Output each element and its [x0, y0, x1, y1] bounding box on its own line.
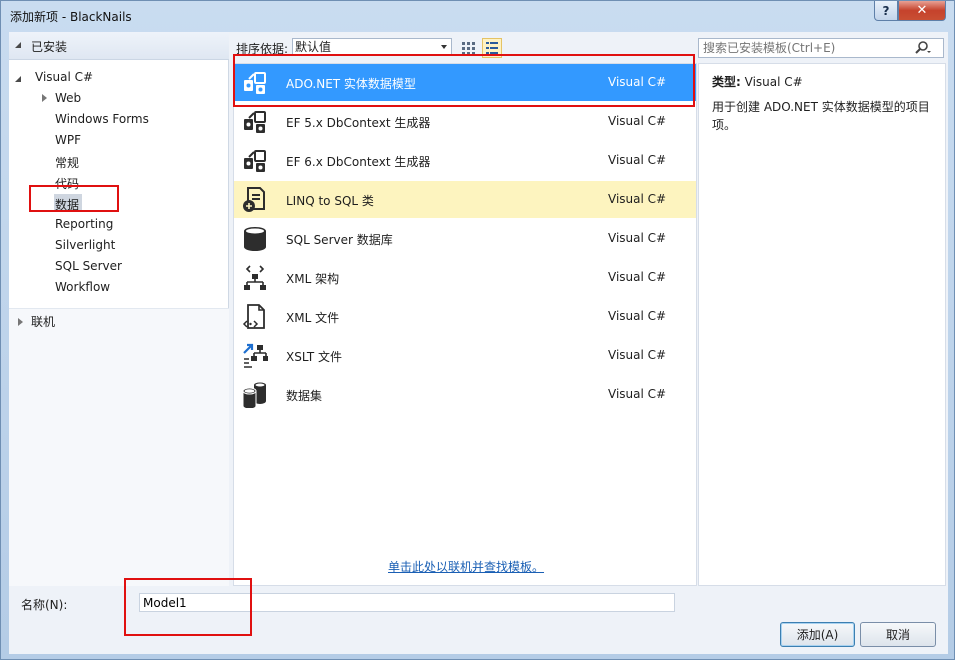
dbcontext-icon [242, 109, 268, 135]
details-pane: 类型: Visual C# 用于创建 ADO.NET 实体数据模型的项目项。 [698, 63, 946, 586]
tree-item[interactable]: Windows Forms [55, 112, 149, 126]
chevron-down-icon [441, 45, 447, 49]
template-language: Visual C# [608, 309, 667, 323]
add-button[interactable]: 添加(A) [780, 622, 855, 647]
xml-schema-icon [242, 265, 268, 291]
tree-item[interactable]: 代码 [55, 175, 79, 192]
template-row[interactable]: SQL Server 数据库 Visual C# [234, 220, 696, 257]
template-name: XML 文件 [286, 311, 340, 325]
close-button[interactable]: ✕ [898, 1, 946, 21]
template-language: Visual C# [608, 387, 667, 401]
template-language: Visual C# [608, 270, 667, 284]
sort-value: 默认值 [295, 40, 332, 54]
dialog-body: 已安装 Visual C# Web Windows Forms WPF 常规代码数据 R… [9, 32, 948, 654]
installed-header[interactable]: 已安装 [9, 32, 229, 60]
dbcontext-icon [242, 148, 268, 174]
tree-item[interactable]: SQL Server [55, 259, 122, 273]
template-language: Visual C# [608, 153, 667, 167]
web-expand-icon[interactable] [42, 94, 47, 102]
template-name: LINQ to SQL 类 [286, 194, 374, 208]
tree-item-online[interactable]: 联机 [31, 313, 55, 330]
template-language: Visual C# [608, 114, 667, 128]
template-row[interactable]: ADO.NET 实体数据模型 Visual C# [234, 64, 696, 101]
cancel-button[interactable]: 取消 [860, 622, 936, 647]
small-icons-view-button[interactable] [458, 38, 478, 58]
list-view-button[interactable] [482, 38, 502, 58]
template-name: SQL Server 数据库 [286, 233, 393, 247]
template-description: 用于创建 ADO.NET 实体数据模型的项目项。 [712, 100, 930, 132]
type-label: 类型: [712, 75, 741, 89]
template-row[interactable]: EF 5.x DbContext 生成器 Visual C# [234, 103, 696, 140]
template-name: XSLT 文件 [286, 350, 343, 364]
template-language: Visual C# [608, 75, 667, 89]
template-language: Visual C# [608, 192, 667, 206]
template-row[interactable]: XSLT 文件 Visual C# [234, 337, 696, 374]
xml-file-icon [242, 304, 268, 330]
name-label: 名称(N): [21, 598, 68, 612]
template-row[interactable]: XML 架构 Visual C# [234, 259, 696, 296]
template-row[interactable]: XML 文件 Visual C# [234, 298, 696, 335]
tree-item[interactable]: 数据 [55, 196, 79, 213]
template-name: EF 5.x DbContext 生成器 [286, 116, 431, 130]
linq-icon [242, 187, 268, 213]
type-line: 类型: Visual C# [712, 73, 803, 90]
tree-item[interactable]: Reporting [55, 217, 113, 231]
online-section: 联机 [9, 308, 229, 586]
template-list: ADO.NET 实体数据模型 Visual C# EF 5.x DbContext… [233, 63, 697, 586]
template-language: Visual C# [608, 231, 667, 245]
list-view-icon [486, 42, 498, 54]
template-row[interactable]: EF 6.x DbContext 生成器 Visual C# [234, 142, 696, 179]
search-icon[interactable] [915, 41, 931, 55]
title-bar: 添加新项 - BlackNails ? ✕ [1, 1, 954, 31]
name-field[interactable] [139, 593, 675, 612]
sort-label: 排序依据: [236, 42, 289, 56]
help-button[interactable]: ? [874, 1, 898, 21]
tree-item[interactable]: 常规 [55, 154, 79, 171]
template-row[interactable]: 数据集 Visual C# [234, 376, 696, 413]
tree-root-visual-csharp[interactable]: Visual C# [35, 70, 93, 84]
tree-item[interactable]: Web [55, 91, 81, 105]
entity-model-icon [242, 70, 268, 96]
sort-dropdown[interactable]: 默认值 [292, 38, 452, 56]
template-name: ADO.NET 实体数据模型 [286, 77, 416, 91]
xslt-icon [242, 343, 268, 369]
grid-view-icon [462, 42, 475, 55]
template-name: XML 架构 [286, 272, 340, 286]
tree-item[interactable]: Silverlight [55, 238, 115, 252]
type-value: Visual C# [744, 75, 803, 89]
collapse-arrow-icon [15, 42, 21, 48]
template-name: EF 6.x DbContext 生成器 [286, 155, 431, 169]
tree-item[interactable]: Workflow [55, 280, 110, 294]
expand-arrow-icon[interactable] [15, 76, 21, 82]
add-new-item-dialog: 添加新项 - BlackNails ? ✕ 已安装 Visual C# Web W… [0, 0, 955, 660]
window-title: 添加新项 - BlackNails [10, 10, 132, 24]
online-expand-icon[interactable] [18, 318, 23, 326]
search-input[interactable] [698, 38, 944, 58]
database-icon [242, 226, 268, 252]
template-language: Visual C# [608, 348, 667, 362]
template-tree: 已安装 Visual C# Web Windows Forms WPF 常规代码数据 R… [9, 32, 229, 586]
tree-item[interactable]: WPF [55, 133, 81, 147]
template-row[interactable]: LINQ to SQL 类 Visual C# [234, 181, 696, 218]
dataset-icon [242, 382, 268, 410]
installed-label: 已安装 [31, 40, 68, 54]
template-name: 数据集 [286, 389, 323, 403]
online-templates-link[interactable]: 单击此处以联机并查找模板。 [388, 558, 544, 575]
